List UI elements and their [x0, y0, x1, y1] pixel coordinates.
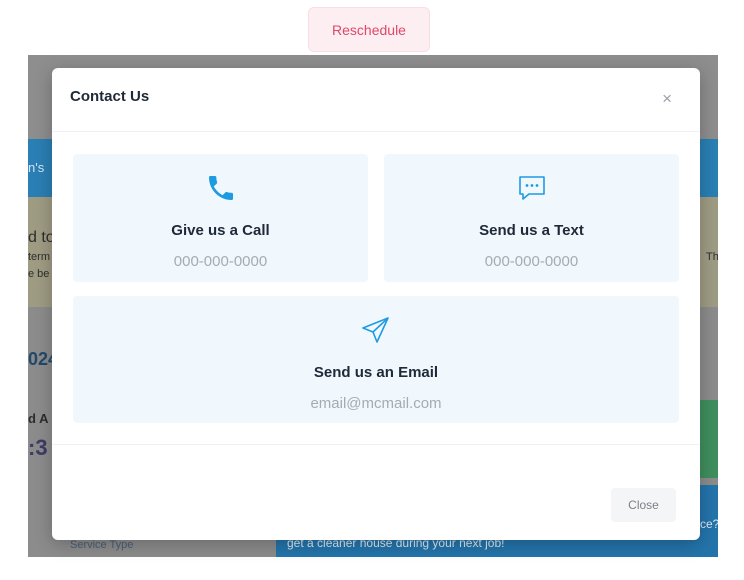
bg-fragment: ce?: [700, 517, 718, 531]
text-number: 000-000-0000: [484, 253, 579, 270]
bg-fragment: Th: [706, 251, 718, 263]
call-number: 000-000-0000: [173, 253, 268, 270]
bg-service-type-label: Service Type: [70, 539, 134, 551]
bg-fragment: n's: [28, 160, 45, 175]
text-card[interactable]: Send us a Text 000-000-0000: [384, 154, 679, 282]
email-address: email@mcmail.com: [310, 395, 442, 412]
text-title: Send us a Text: [479, 222, 584, 239]
bg-green-button: [700, 400, 718, 478]
bg-fragment: d to: [28, 229, 55, 246]
chat-bubble-icon: [516, 172, 548, 209]
close-icon[interactable]: ×: [662, 90, 672, 107]
paper-plane-icon: [360, 314, 392, 351]
reschedule-button[interactable]: Reschedule: [308, 7, 430, 52]
modal-footer-divider: [52, 444, 700, 445]
call-card[interactable]: Give us a Call 000-000-0000: [73, 154, 368, 282]
bg-fragment: term: [28, 251, 50, 263]
modal-header: Contact Us ×: [52, 68, 700, 132]
email-title: Send us an Email: [313, 364, 439, 381]
close-button[interactable]: Close: [611, 488, 676, 522]
modal-title: Contact Us: [70, 88, 150, 105]
email-card[interactable]: Send us an Email email@mcmail.com: [73, 296, 679, 423]
call-title: Give us a Call: [171, 222, 270, 239]
bg-fragment: e be: [28, 268, 50, 280]
bg-fragment: :3: [28, 435, 48, 460]
bg-fragment: d A: [28, 411, 49, 426]
contact-us-modal: Contact Us × Give us a Call 000-000-0000…: [52, 68, 700, 540]
phone-icon: [205, 172, 237, 209]
